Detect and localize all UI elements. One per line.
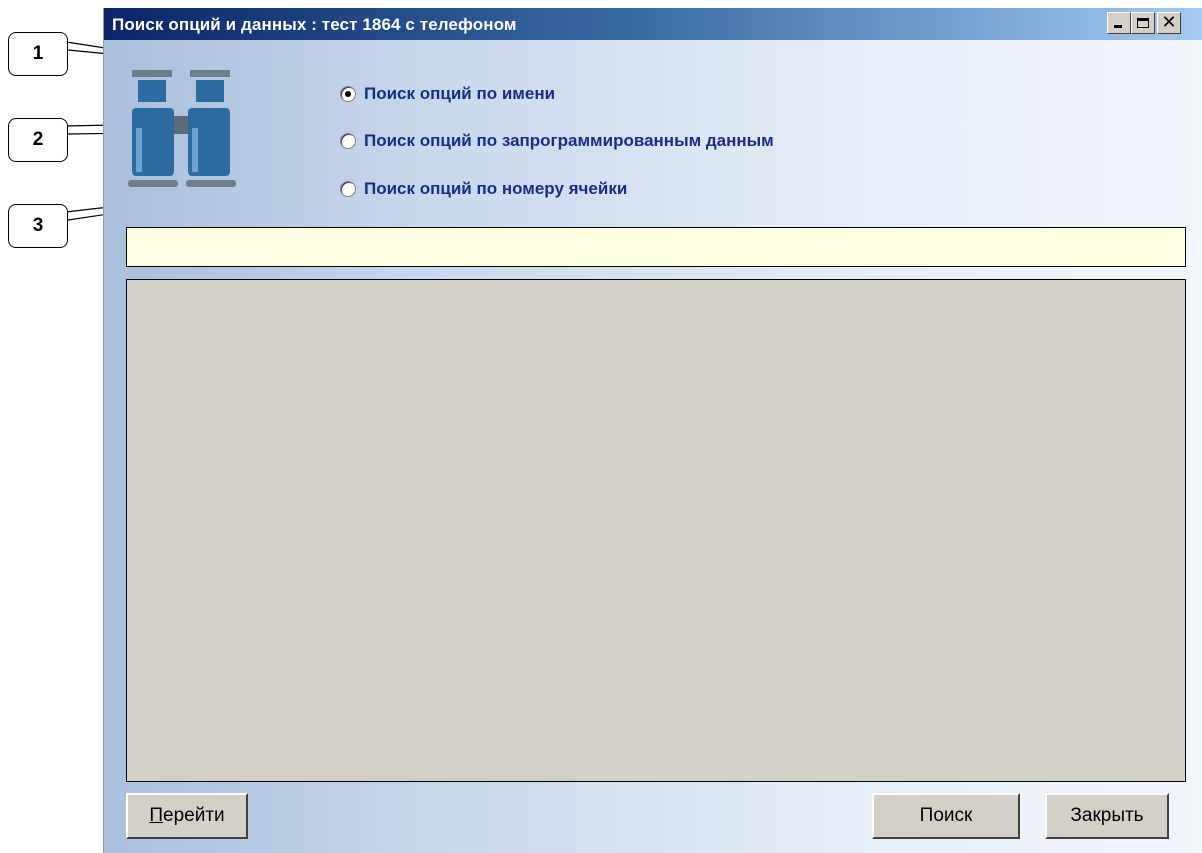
title-bar[interactable]: Поиск опций и данных : тест 1864 с телеф… — [104, 8, 1202, 40]
minimize-icon — [1113, 18, 1125, 28]
search-dialog: Поиск опций и данных : тест 1864 с телеф… — [103, 8, 1202, 853]
goto-button[interactable]: Перейти — [126, 793, 248, 839]
close-icon: ✕ — [1161, 12, 1177, 33]
close-window-button[interactable]: ✕ — [1157, 12, 1181, 34]
radio-button[interactable] — [340, 133, 356, 149]
radio-label: Поиск опций по имени — [364, 84, 556, 103]
callout-1: 1 — [8, 32, 68, 76]
window-title: Поиск опций и данных : тест 1864 с телеф… — [112, 15, 517, 34]
maximize-button[interactable] — [1131, 12, 1155, 34]
goto-label-rest: ерейти — [163, 805, 225, 826]
maximize-icon — [1137, 18, 1149, 28]
callout-2: 2 — [8, 118, 68, 162]
close-button[interactable]: Закрыть — [1045, 793, 1169, 839]
goto-mnemonic: П — [149, 805, 163, 826]
radio-option-by-programmed-data[interactable]: Поиск опций по запрограммированным данны… — [340, 131, 774, 151]
close-button-label: Закрыть — [1070, 805, 1144, 826]
radio-button-selected[interactable] — [340, 86, 356, 102]
radio-option-by-cell-number[interactable]: Поиск опций по номеру ячейки — [340, 179, 627, 199]
callout-3: 3 — [8, 204, 68, 248]
search-input[interactable] — [126, 227, 1186, 267]
results-list[interactable] — [126, 279, 1186, 782]
radio-label: Поиск опций по номеру ячейки — [364, 179, 628, 198]
binoculars-icon — [128, 70, 236, 187]
radio-label: Поиск опций по запрограммированным данны… — [364, 131, 774, 150]
radio-button[interactable] — [340, 181, 356, 197]
search-button-label: Поиск — [919, 805, 973, 826]
minimize-button[interactable] — [1107, 12, 1131, 34]
radio-option-by-name[interactable]: Поиск опций по имени — [340, 84, 555, 104]
search-button[interactable]: Поиск — [872, 793, 1020, 839]
